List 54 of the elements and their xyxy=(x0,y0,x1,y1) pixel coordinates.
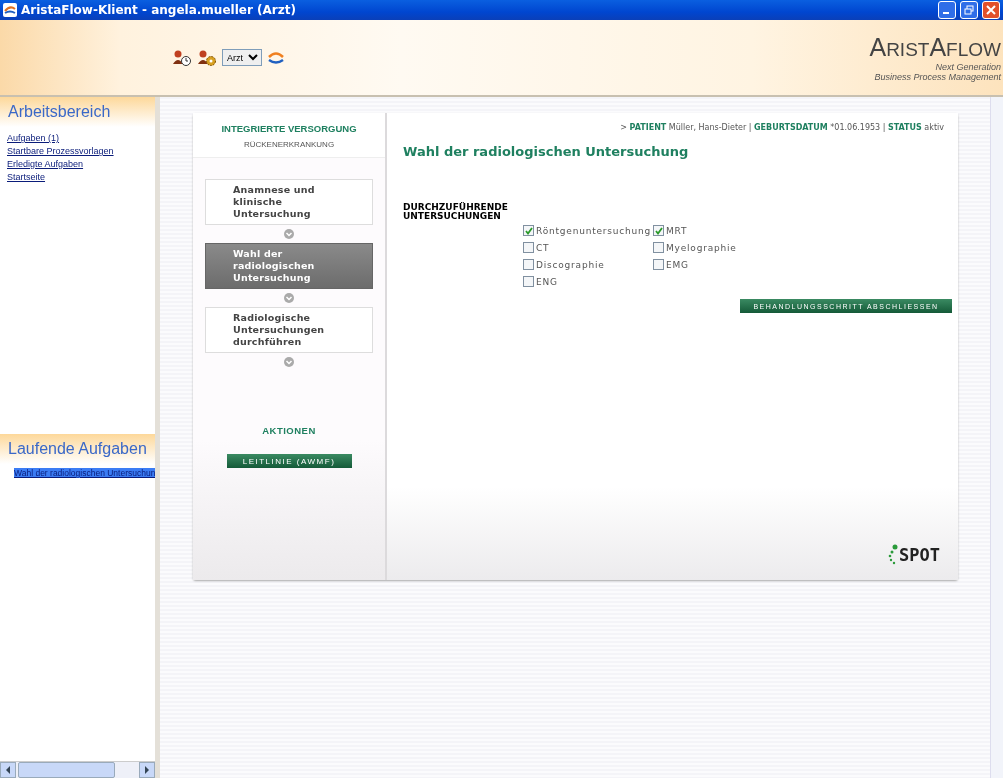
section-heading: Arbeitsbereich xyxy=(0,97,155,127)
chevron-down-icon xyxy=(284,357,294,367)
chevron-down-icon xyxy=(284,229,294,239)
scroll-left-button[interactable] xyxy=(0,762,16,778)
close-icon[interactable] xyxy=(982,1,1000,19)
nav-link[interactable]: Startbare Prozessvorlagen xyxy=(7,146,114,156)
restore-icon[interactable] xyxy=(960,1,978,19)
scroll-right-button[interactable] xyxy=(139,762,155,778)
checkbox[interactable] xyxy=(653,259,664,270)
role-dropdown[interactable]: Arzt xyxy=(222,49,262,66)
horizontal-scrollbar[interactable] xyxy=(0,761,155,778)
logo-tagline: Business Process Management xyxy=(874,72,1001,82)
process-step[interactable]: Anamnese und klinische Untersuchung xyxy=(205,179,373,225)
process-step[interactable]: Radiologische Untersuchungen durchführen xyxy=(205,307,373,353)
checkbox-label: Discographie xyxy=(536,259,605,270)
patient-info: > PATIENT Müller, Hans-Dieter | GEBURTSDATUM *01.06.1953 | STATUS aktiv xyxy=(620,123,944,132)
process-step[interactable]: Wahl der radiologischen Untersuchung xyxy=(205,243,373,289)
user-clock-icon[interactable] xyxy=(172,48,192,67)
dots-icon xyxy=(888,544,899,566)
section-heading: Laufende Aufgaben xyxy=(0,434,155,464)
logo-tagline: Next Generation xyxy=(935,62,1001,72)
checkbox[interactable] xyxy=(523,259,534,270)
checkbox[interactable] xyxy=(653,225,664,236)
checkbox[interactable] xyxy=(523,225,534,236)
logo-text: ARISTAFLOW xyxy=(869,33,1001,62)
checkbox-label: EMG xyxy=(666,259,689,270)
vertical-scrollbar[interactable] xyxy=(990,97,1003,778)
minimize-icon[interactable] xyxy=(938,1,956,19)
left-arrow-icon xyxy=(5,766,11,774)
nav-link[interactable]: Aufgaben (1) xyxy=(7,133,60,143)
checkbox[interactable] xyxy=(523,276,534,287)
app-icon xyxy=(3,3,17,17)
checkbox-label: CT xyxy=(536,242,550,253)
guideline-button[interactable]: LEITLINIE (AWMF) xyxy=(226,454,352,468)
user-gear-icon[interactable] xyxy=(197,48,217,67)
form-title: Wahl der radiologischen Untersuchung xyxy=(403,144,690,159)
checkbox-label: Röntgenuntersuchung xyxy=(536,225,652,236)
checkbox-label: MRT xyxy=(666,225,688,236)
checkbox-label: ENG xyxy=(536,276,558,287)
process-title: INTEGRIERTE VERSORGUNG xyxy=(221,123,357,134)
task-link[interactable]: Wahl der radiologischen Untersuchun xyxy=(14,468,155,478)
refresh-icon[interactable] xyxy=(267,50,285,65)
brand-logo: SPOT xyxy=(899,545,940,565)
actions-heading: AKTIONEN xyxy=(262,425,316,436)
right-arrow-icon xyxy=(144,766,150,774)
process-subtitle: RÜCKENERKRANKUNG xyxy=(243,140,335,149)
field-label: DURCHZUFÜHRENDE UNTERSUCHUNGEN xyxy=(403,203,509,221)
nav-link[interactable]: Erledigte Aufgaben xyxy=(7,159,84,169)
window-title: AristaFlow-Klient - angela.mueller (Arzt) xyxy=(21,3,297,17)
checkbox-label: Myelographie xyxy=(666,242,737,253)
nav-link[interactable]: Startseite xyxy=(7,172,46,182)
chevron-down-icon xyxy=(284,293,294,303)
checkbox[interactable] xyxy=(523,242,534,253)
checkbox[interactable] xyxy=(653,242,664,253)
